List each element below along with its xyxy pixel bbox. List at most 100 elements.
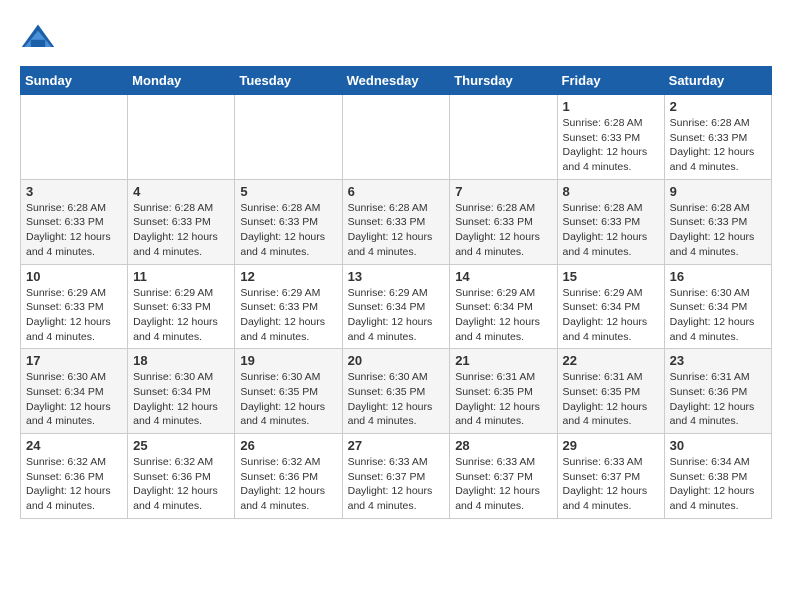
sunrise-text: Sunrise: 6:29 AM [455,287,535,299]
daylight-text: Daylight: 12 hours and 4 minutes. [670,401,755,428]
calendar-cell: 16Sunrise: 6:30 AMSunset: 6:34 PMDayligh… [664,264,771,349]
day-info: Sunrise: 6:28 AMSunset: 6:33 PMDaylight:… [670,116,766,175]
sunset-text: Sunset: 6:33 PM [563,132,641,144]
day-info: Sunrise: 6:32 AMSunset: 6:36 PMDaylight:… [133,455,229,514]
calendar-cell: 24Sunrise: 6:32 AMSunset: 6:36 PMDayligh… [21,434,128,519]
daylight-text: Daylight: 12 hours and 4 minutes. [240,401,325,428]
sunrise-text: Sunrise: 6:33 AM [348,456,428,468]
sunset-text: Sunset: 6:33 PM [133,301,211,313]
daylight-text: Daylight: 12 hours and 4 minutes. [133,485,218,512]
sunset-text: Sunset: 6:33 PM [348,216,426,228]
day-number: 15 [563,269,659,284]
daylight-text: Daylight: 12 hours and 4 minutes. [240,316,325,343]
sunset-text: Sunset: 6:35 PM [240,386,318,398]
sunrise-text: Sunrise: 6:28 AM [455,202,535,214]
sunset-text: Sunset: 6:33 PM [240,301,318,313]
sunrise-text: Sunrise: 6:33 AM [455,456,535,468]
sunrise-text: Sunrise: 6:28 AM [670,202,750,214]
sunrise-text: Sunrise: 6:30 AM [240,371,320,383]
sunrise-text: Sunrise: 6:31 AM [563,371,643,383]
sunset-text: Sunset: 6:33 PM [455,216,533,228]
calendar-cell: 12Sunrise: 6:29 AMSunset: 6:33 PMDayligh… [235,264,342,349]
day-number: 8 [563,184,659,199]
day-number: 28 [455,438,551,453]
calendar-cell: 6 Sunrise: 6:28 AM Sunset: 6:33 PM Daylight… [342,179,450,264]
daylight-text: Daylight: 12 hours and 4 minutes. [670,316,755,343]
day-info: Sunrise: 6:33 AMSunset: 6:37 PMDaylight:… [455,455,551,514]
calendar-cell: 21 Sunrise: 6:31 AMSunset: 6:35 PMDayligh… [450,349,557,434]
day-number: 27 [348,438,445,453]
sunset-text: Sunset: 6:33 PM [240,216,318,228]
sunrise-text: Sunrise: 6:29 AM [563,287,643,299]
day-number: 3 [26,184,122,199]
sunset-text: Sunset: 6:38 PM [670,471,748,483]
calendar-cell: 14Sunrise: 6:29 AMSunset: 6:34 PMDayligh… [450,264,557,349]
day-info: Sunrise: 6:31 AMSunset: 6:35 PMDaylight:… [455,370,551,429]
day-number: 6 [348,184,445,199]
day-number: 30 [670,438,766,453]
calendar-cell [128,95,235,180]
sunset-text: Sunset: 6:34 PM [670,301,748,313]
day-number: 24 [26,438,122,453]
day-info: Sunrise: 6:29 AMSunset: 6:34 PMDaylight:… [348,286,445,345]
day-number: 22 [563,353,659,368]
logo-icon [20,20,56,56]
sunset-text: Sunset: 6:36 PM [26,471,104,483]
sunset-text: Sunset: 6:37 PM [563,471,641,483]
day-info: Sunrise: 6:28 AMSunset: 6:33 PMDaylight:… [26,201,122,260]
sunrise-text: Sunrise: 6:28 AM [133,202,213,214]
daylight-text: Daylight: 12 hours and 4 minutes. [563,231,648,258]
day-info: Sunrise: 6:30 AM Sunset: 6:35 PM Daylight:… [240,370,336,429]
day-number: 1 [563,99,659,114]
calendar-cell: 25Sunrise: 6:32 AMSunset: 6:36 PMDayligh… [128,434,235,519]
day-of-week-header: Wednesday [342,67,450,95]
daylight-text: Daylight: 12 hours and 4 minutes. [348,316,433,343]
calendar-week-row: 1 Sunrise: 6:28 AMSunset: 6:33 PMDaylight… [21,95,772,180]
daylight-text: Daylight: 12 hours and 4 minutes. [133,316,218,343]
day-number: 4 [133,184,229,199]
daylight-text: Daylight: 12 hours and 4 minutes. [240,231,325,258]
day-info: Sunrise: 6:28 AMSunset: 6:33 PMDaylight:… [133,201,229,260]
sunrise-text: Sunrise: 6:28 AM [670,117,750,129]
calendar-week-row: 3Sunrise: 6:28 AMSunset: 6:33 PMDaylight… [21,179,772,264]
day-info: Sunrise: 6:29 AMSunset: 6:33 PMDaylight:… [26,286,122,345]
sunrise-text: Sunrise: 6:29 AM [26,287,106,299]
calendar-cell: 30Sunrise: 6:34 AMSunset: 6:38 PMDayligh… [664,434,771,519]
daylight-text: Daylight: 12 hours and 4 minutes. [563,485,648,512]
day-number: 21 [455,353,551,368]
day-of-week-header: Thursday [450,67,557,95]
day-info: Sunrise: 6:33 AMSunset: 6:37 PMDaylight:… [348,455,445,514]
day-number: 13 [348,269,445,284]
sunrise-text: Sunrise: 6:29 AM [348,287,428,299]
day-number: 17 [26,353,122,368]
day-number: 29 [563,438,659,453]
sunrise-text: Sunrise: 6:32 AM [240,456,320,468]
calendar-cell [450,95,557,180]
day-info: Sunrise: 6:30 AM Sunset: 6:34 PM Daylight:… [670,286,766,345]
day-number: 20 [348,353,445,368]
sunset-text: Sunset: 6:36 PM [240,471,318,483]
calendar-cell: 18 Sunrise: 6:30 AMSunset: 6:34 PMDayligh… [128,349,235,434]
calendar-cell: 19Sunrise: 6:30 AMSunset: 6:35 PMDayligh… [235,349,342,434]
sunrise-text: Sunrise: 6:28 AM [240,202,320,214]
day-of-week-header: Saturday [664,67,771,95]
sunrise-text: Sunrise: 6:28 AM [26,202,106,214]
daylight-text: Daylight: 12 hours and 4 minutes. [26,401,111,428]
calendar-cell: 23Sunrise: 6:31 AMSunset: 6:36 PMDayligh… [664,349,771,434]
daylight-text: Daylight: 12 hours and 4 minutes. [348,231,433,258]
sunrise-text: Sunrise: 6:30 AM [26,371,106,383]
day-info: Sunrise: 6:28 AMSunset: 6:33 PMDaylight:… [670,201,766,260]
page-header [20,20,772,56]
day-number: 9 [670,184,766,199]
sunrise-text: Sunrise: 6:30 AM [670,287,750,299]
day-info: Sunrise: 6:28 AMSunset: 6:33 PMDaylight:… [563,201,659,260]
calendar-cell: 26Sunrise: 6:32 AMSunset: 6:36 PMDayligh… [235,434,342,519]
day-info: Sunrise: 6:31 AMSunset: 6:35 PMDaylight:… [563,370,659,429]
day-info: Sunrise: 6:30 AMSunset: 6:34 PMDaylight:… [133,370,229,429]
sunrise-text: Sunrise: 6:28 AM [348,202,428,214]
sunrise-text: Sunrise: 6:33 AM [563,456,643,468]
sunset-text: Sunset: 6:36 PM [670,386,748,398]
day-number: 18 [133,353,229,368]
sunset-text: Sunset: 6:33 PM [133,216,211,228]
day-info: Sunrise: 6:31 AMSunset: 6:36 PMDaylight:… [670,370,766,429]
